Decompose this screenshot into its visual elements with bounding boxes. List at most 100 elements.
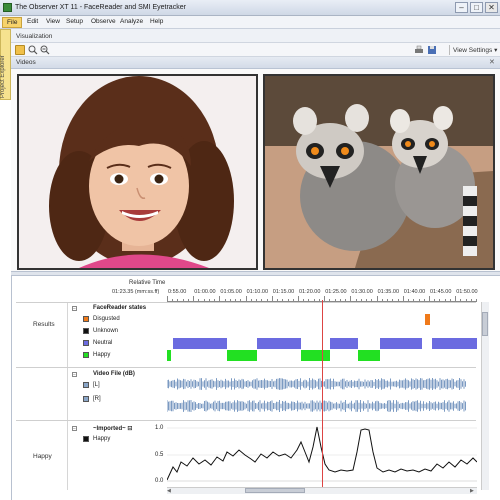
neutral-bar: [257, 338, 301, 349]
happy-bar: [167, 350, 171, 361]
scroll-left-icon[interactable]: ◀: [167, 488, 171, 494]
view-settings-label: View Settings: [453, 47, 493, 54]
ruler-tick: [177, 299, 179, 301]
ruler-tick: [313, 299, 315, 301]
time-tick-label: 01:50.00: [456, 289, 478, 295]
videos-panel-header: Videos ✕: [11, 57, 500, 69]
disgusted-bar: [425, 314, 430, 325]
ruler-tick: [434, 299, 436, 301]
menu-analyze[interactable]: Analyze: [120, 18, 143, 25]
legend-disgusted: Disgusted: [93, 316, 120, 322]
happy-swatch: [83, 352, 89, 358]
ruler-tick: [402, 296, 404, 301]
ruler-tick: [298, 296, 299, 301]
ruler-tick: [465, 299, 467, 301]
row-name-column: [16, 302, 68, 490]
ruler-tick: [392, 299, 394, 301]
menu-help[interactable]: Help: [150, 18, 163, 25]
facereader-states-title: FaceReader states: [93, 305, 147, 311]
time-tick-label: 01:10.00: [246, 289, 269, 295]
left-channel-swatch: [83, 382, 89, 388]
zoom-in-icon[interactable]: [28, 45, 38, 55]
ruler-tick: [324, 296, 326, 301]
ruler-tick: [224, 299, 226, 301]
videos-panel-label: Videos: [16, 59, 36, 66]
ruler-tick: [182, 299, 184, 301]
maximize-button[interactable]: □: [470, 2, 483, 13]
time-cursor[interactable]: [322, 300, 323, 490]
legend-left-channel: [L]: [93, 382, 100, 388]
view-settings-button[interactable]: View Settings ▾: [453, 46, 497, 54]
ruler-tick: [219, 296, 221, 301]
ruler-tick: [476, 299, 478, 301]
ruler-tick: [334, 299, 336, 301]
ruler-tick: [203, 299, 205, 301]
y-tick-0: 0.0: [155, 478, 164, 484]
ruler-tick: [460, 299, 462, 301]
collapse-toggle[interactable]: −: [72, 426, 77, 432]
window-title: The Observer XT 11 - FaceReader and SMI …: [15, 4, 186, 11]
time-tick-label: 01:05.00: [220, 289, 242, 295]
vertical-scroll-thumb[interactable]: [482, 312, 488, 336]
menu-view[interactable]: View: [46, 18, 60, 25]
ruler-tick: [172, 299, 174, 301]
zoom-out-icon[interactable]: [40, 45, 50, 55]
time-tick-label: 01:15.00: [272, 289, 295, 295]
close-icon[interactable]: ✕: [489, 58, 495, 66]
minimize-button[interactable]: –: [455, 2, 468, 13]
ruler-tick: [366, 299, 368, 301]
horizontal-scroll-thumb[interactable]: [245, 488, 305, 493]
lemurs-video[interactable]: [263, 74, 495, 270]
collapse-toggle[interactable]: −: [72, 372, 77, 378]
menu-file[interactable]: File: [2, 17, 23, 28]
time-tick-label: 01:45.00: [430, 289, 452, 295]
time-tick-label: 01:25.00: [325, 289, 347, 295]
menu-setup[interactable]: Setup: [66, 18, 83, 25]
neutral-bar: [380, 338, 422, 349]
ruler-tick: [455, 296, 457, 301]
ruler-tick: [208, 299, 210, 301]
neutral-bar: [330, 338, 358, 349]
audio-waveform-right: [167, 400, 466, 412]
ruler-tick: [308, 299, 310, 301]
chevron-down-icon: ▾: [494, 47, 498, 54]
menu-observe[interactable]: Observe: [91, 18, 116, 25]
ruler-tick: [245, 296, 247, 301]
ruler-tick: [193, 296, 195, 301]
ruler-tick: [292, 299, 294, 301]
disgusted-swatch: [83, 316, 89, 322]
menu-bar: File Edit View Setup Observe Analyze Hel…: [0, 16, 500, 29]
ruler-tick: [277, 299, 279, 301]
scroll-right-icon[interactable]: ▶: [470, 488, 474, 494]
ruler-tick: [187, 299, 189, 301]
print-icon[interactable]: [414, 45, 424, 55]
ruler-tick: [240, 299, 242, 301]
ruler-tick: [397, 299, 399, 301]
neutral-swatch: [83, 340, 89, 346]
ruler-tick: [376, 296, 378, 301]
collapse-toggle[interactable]: −: [72, 306, 77, 312]
ruler-tick: [282, 299, 284, 301]
ruler-tick: [449, 299, 451, 301]
ruler-tick: [256, 299, 258, 301]
happy-intensity-swatch: [83, 436, 89, 442]
close-button[interactable]: ✕: [485, 2, 498, 13]
time-tick-label: 01:40.00: [403, 289, 426, 295]
folder-icon[interactable]: [15, 45, 25, 55]
ruler-tick: [429, 296, 430, 301]
ruler-tick: [444, 299, 446, 301]
child-face-video[interactable]: [17, 74, 258, 270]
visualization-label: Visualization: [16, 33, 53, 40]
ruler-tick: [339, 299, 341, 301]
legend-neutral: Neutral: [93, 340, 113, 346]
ruler-tick: [355, 299, 357, 301]
save-icon[interactable]: [427, 45, 437, 55]
ruler-tick: [470, 299, 472, 301]
project-explorer-label: Project Explorer: [0, 55, 6, 98]
app-icon: [3, 3, 12, 12]
horizontal-scrollbar[interactable]: [167, 487, 477, 494]
ruler-tick: [381, 299, 383, 301]
menu-edit[interactable]: Edit: [27, 18, 38, 25]
legend-right-channel: [R]: [93, 396, 101, 402]
happy-bar: [358, 350, 380, 361]
